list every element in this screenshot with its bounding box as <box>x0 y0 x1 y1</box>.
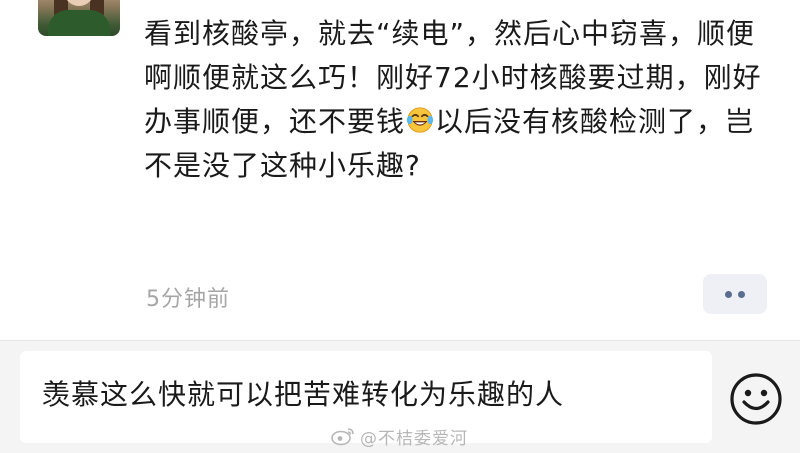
more-dots-icon <box>725 290 732 298</box>
avatar[interactable] <box>38 0 120 36</box>
weibo-logo-icon <box>331 428 354 446</box>
watermark: @不桔委爱河 <box>330 424 468 449</box>
watermark-text: @不桔委爱河 <box>360 428 468 449</box>
smiley-icon[interactable] <box>728 371 784 427</box>
timestamp: 5分钟前 <box>146 287 230 312</box>
avatar-dress <box>48 10 110 36</box>
more-options-button[interactable] <box>703 274 767 314</box>
laughing-tears-emoji-icon <box>406 107 434 133</box>
comment-post: 看到核酸亭，就去“续电”，然后心中窃喜，顺便啊顺便就这么巧！刚好72小时核酸要过… <box>0 0 800 340</box>
comment-text: 看到核酸亭，就去“续电”，然后心中窃喜，顺便啊顺便就这么巧！刚好72小时核酸要过… <box>144 12 764 188</box>
more-dots-icon <box>738 290 745 298</box>
comment-input-value: 羡慕这么快就可以把苦难转化为乐趣的人 <box>42 378 565 411</box>
